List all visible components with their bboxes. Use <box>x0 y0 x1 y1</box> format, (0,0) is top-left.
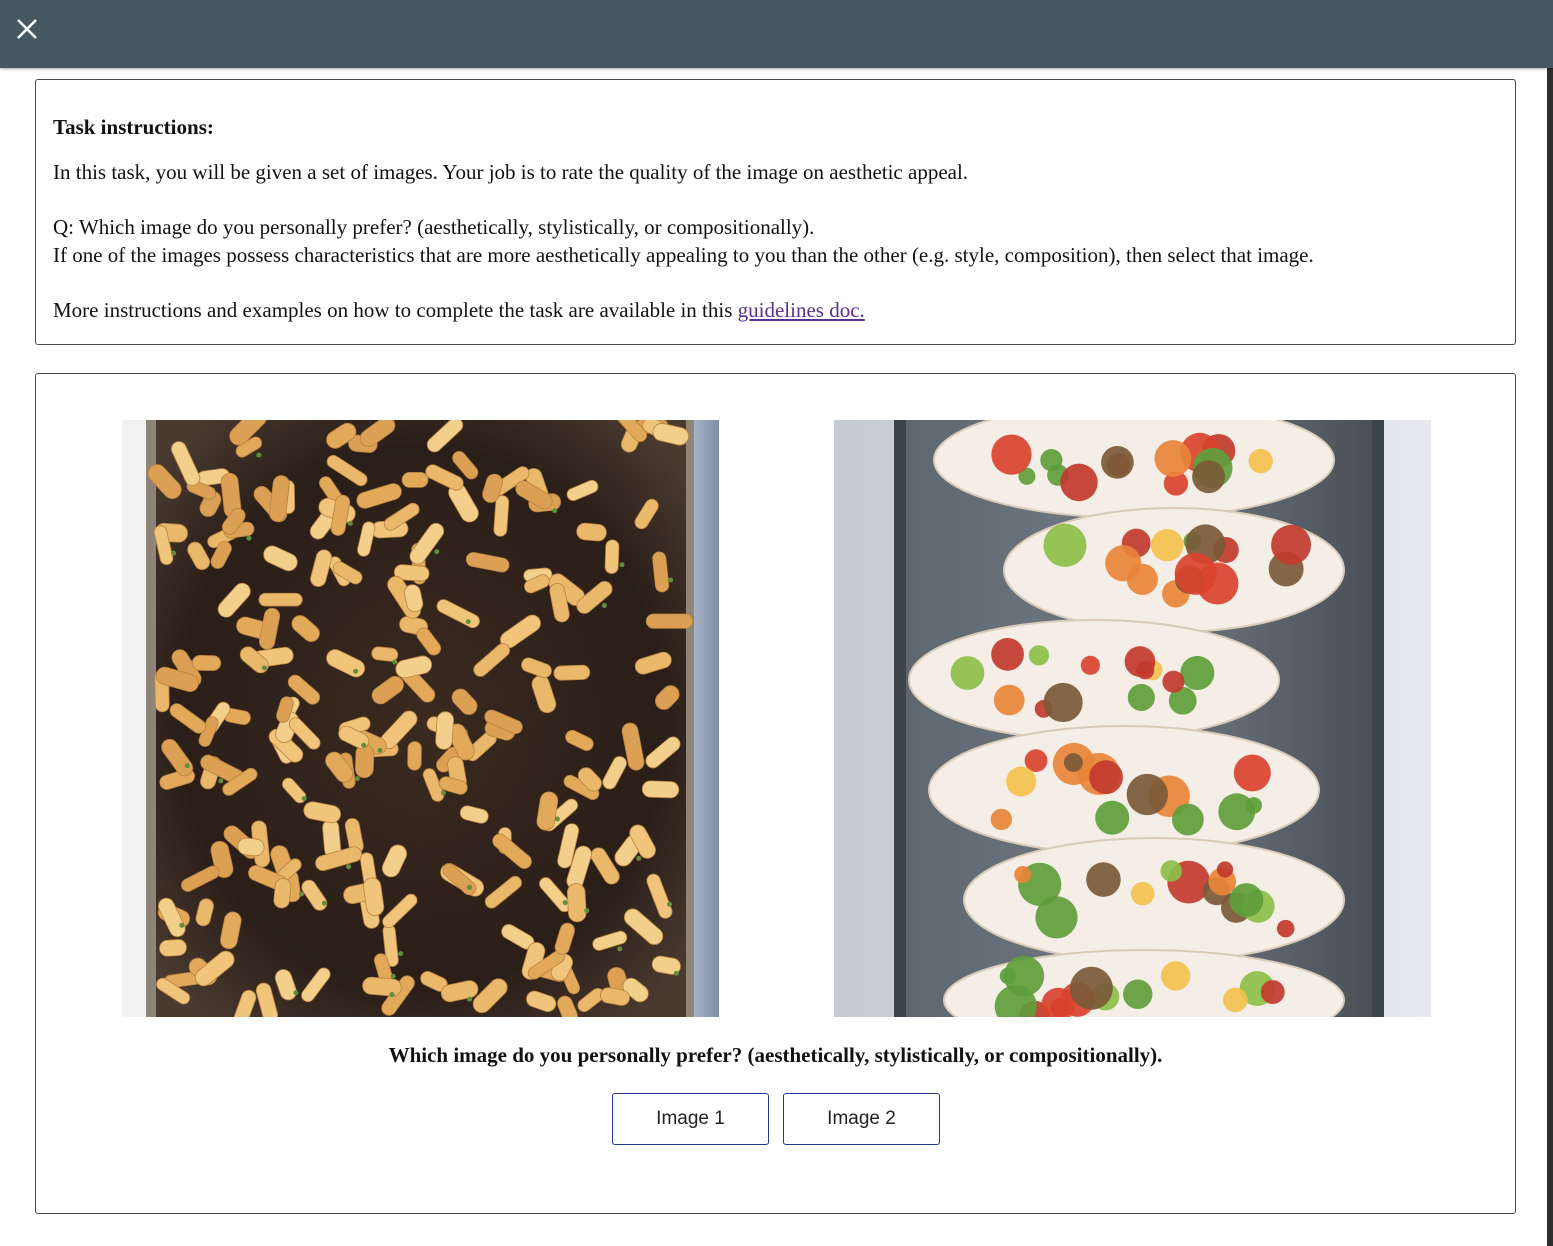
instructions-more: More instructions and examples on how to… <box>53 296 1498 324</box>
guidelines-link[interactable]: guidelines doc. <box>738 298 865 322</box>
instructions-title: Task instructions: <box>53 115 214 139</box>
close-icon <box>17 19 37 39</box>
image-1-button[interactable]: Image 1 <box>612 1093 769 1145</box>
tacos-tray-image <box>834 420 1431 1017</box>
instructions-criteria: If one of the images possess characteris… <box>53 243 1314 267</box>
instructions-intro: In this task, you will be given a set of… <box>53 160 969 184</box>
scrollbar-edge[interactable] <box>1547 68 1553 1246</box>
preference-question: Which image do you personally prefer? (a… <box>388 1043 1163 1067</box>
image-2 <box>834 420 1431 1017</box>
instructions-question: Q: Which image do you personally prefer?… <box>53 215 815 239</box>
image-2-button[interactable]: Image 2 <box>783 1093 940 1145</box>
task-panel: Which image do you personally prefer? (a… <box>35 373 1516 1214</box>
instructions-panel: Task instructions: In this task, you wil… <box>35 79 1516 345</box>
close-button[interactable] <box>12 14 42 44</box>
image-1 <box>122 420 719 1017</box>
top-bar <box>0 0 1553 68</box>
instructions-more-text: More instructions and examples on how to… <box>53 298 738 322</box>
pasta-tray-image <box>122 420 719 1017</box>
